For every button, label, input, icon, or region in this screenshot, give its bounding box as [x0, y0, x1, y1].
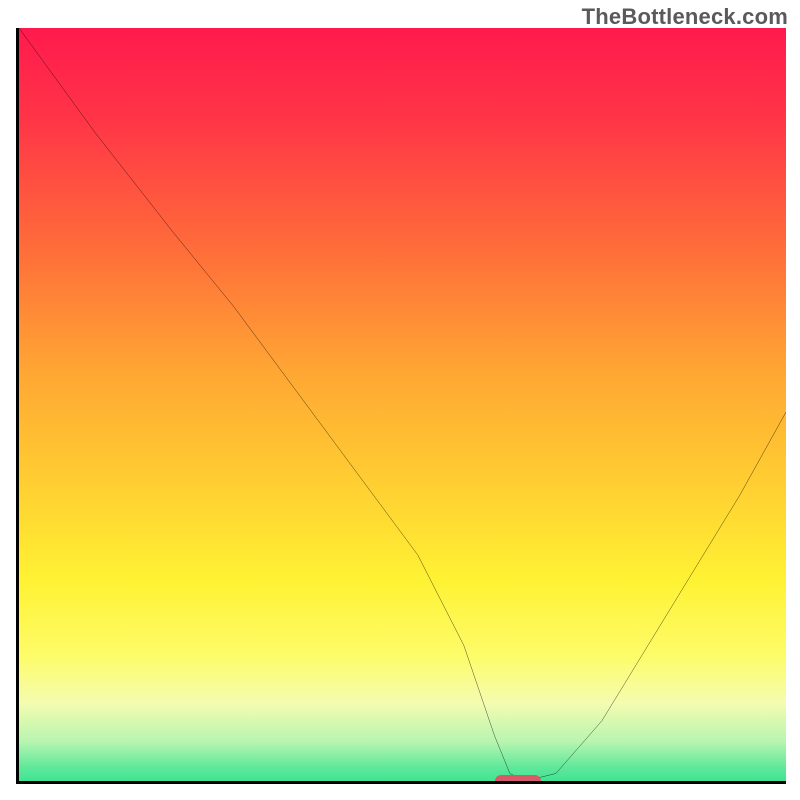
bottleneck-curve [19, 28, 786, 781]
curve-layer [19, 28, 786, 781]
watermark-text: TheBottleneck.com [582, 4, 788, 30]
plot-area [16, 28, 786, 784]
chart-container: TheBottleneck.com [0, 0, 800, 800]
optimum-marker [495, 775, 541, 784]
